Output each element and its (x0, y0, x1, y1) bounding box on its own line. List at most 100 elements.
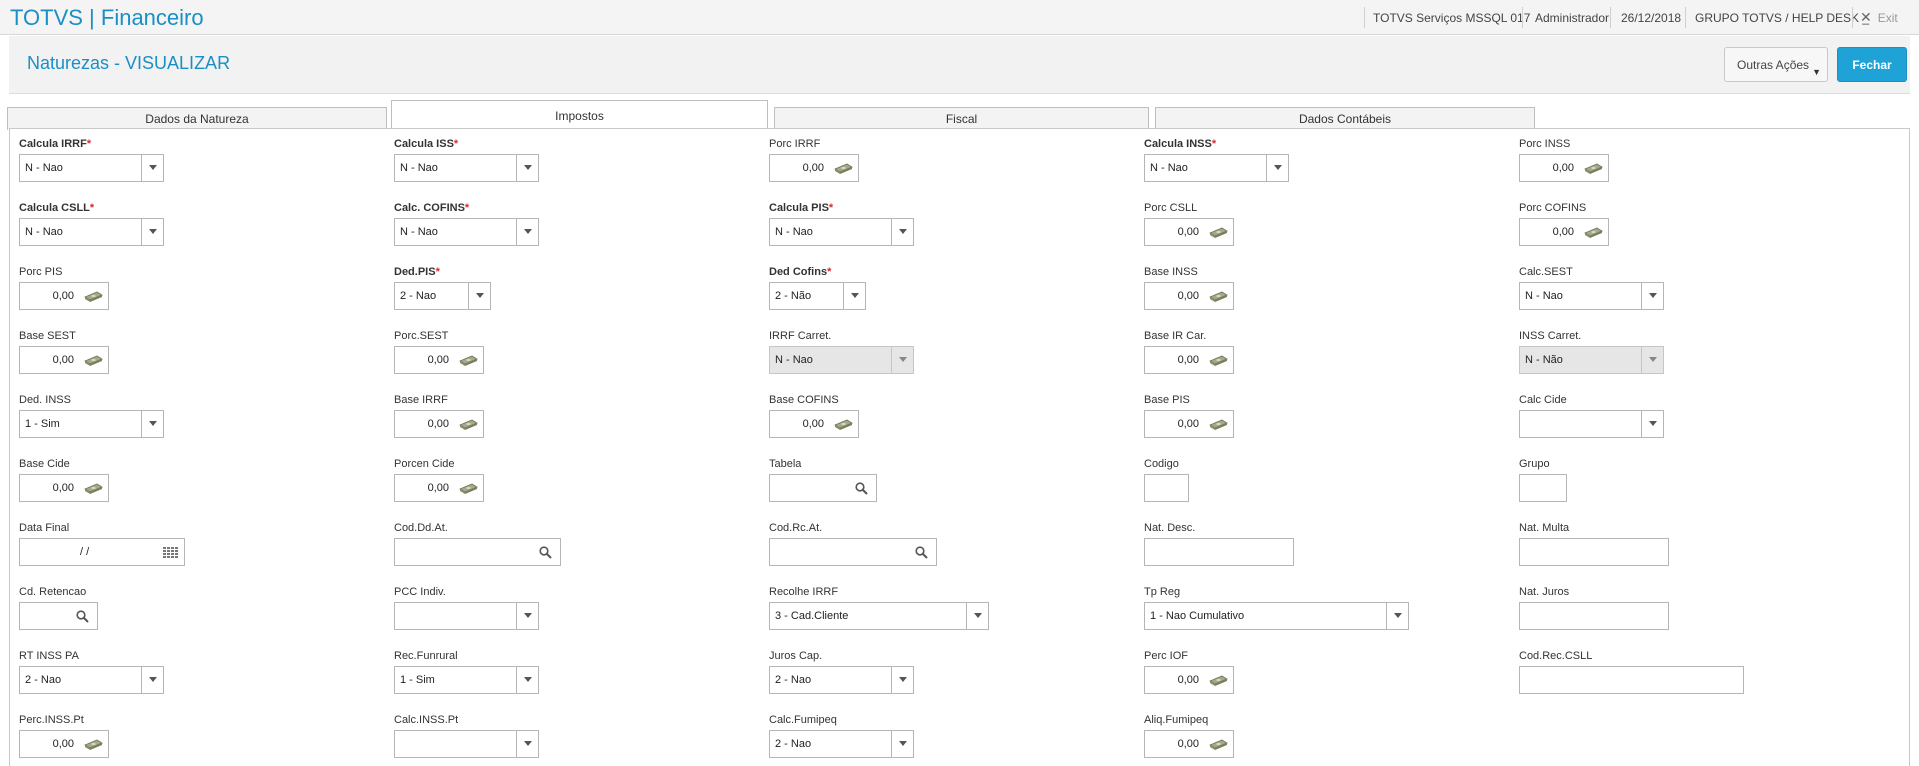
chevron-down-icon[interactable] (891, 731, 913, 757)
chevron-down-icon[interactable] (516, 667, 538, 693)
chevron-down-icon[interactable] (891, 219, 913, 245)
ded-cofins-select[interactable]: 2 - Não (769, 282, 866, 310)
base-sest-input[interactable]: 0,00 (19, 346, 109, 374)
calc-sest-select[interactable]: N - Nao (1519, 282, 1664, 310)
juros-cap-select[interactable]: 2 - Nao (769, 666, 914, 694)
base-ir-car-input[interactable]: 0,00 (1144, 346, 1234, 374)
chevron-down-icon[interactable] (516, 603, 538, 629)
chevron-down-icon[interactable] (516, 155, 538, 181)
calc-cofins-select[interactable]: N - Nao (394, 218, 539, 246)
chevron-down-icon[interactable] (1266, 155, 1288, 181)
cod-rec-csll-input[interactable] (1519, 666, 1744, 694)
money-icon[interactable] (1208, 355, 1228, 366)
chevron-down-icon[interactable] (1641, 283, 1663, 309)
ded-inss-label: Ded. INSS (19, 394, 71, 406)
tp-reg-select[interactable]: 1 - Nao Cumulativo (1144, 602, 1409, 630)
tab-impostos[interactable]: Impostos (391, 100, 768, 130)
money-icon[interactable] (1208, 419, 1228, 430)
search-icon[interactable] (539, 546, 552, 559)
money-icon[interactable] (83, 483, 103, 494)
outras-acoes-button[interactable]: Outras Ações ▼ (1724, 47, 1828, 82)
chevron-down-icon[interactable] (468, 283, 490, 309)
chevron-down-icon[interactable] (516, 731, 538, 757)
money-icon[interactable] (1583, 163, 1603, 174)
base-cofins-input[interactable]: 0,00 (769, 410, 859, 438)
perc-iof-input[interactable]: 0,00 (1144, 666, 1234, 694)
ded-inss-select[interactable]: 1 - Sim (19, 410, 164, 438)
search-icon[interactable] (915, 546, 928, 559)
calcula-iss-select[interactable]: N - Nao (394, 154, 539, 182)
money-icon[interactable] (83, 739, 103, 750)
porc-csll-input[interactable]: 0,00 (1144, 218, 1234, 246)
cod-dd-at-input[interactable] (394, 538, 561, 566)
base-inss-input[interactable]: 0,00 (1144, 282, 1234, 310)
cd-retencao-input[interactable] (19, 602, 98, 630)
search-icon[interactable] (76, 610, 89, 623)
nat-multa-input[interactable] (1519, 538, 1669, 566)
calc-inss-pt-select[interactable] (394, 730, 539, 758)
chevron-down-icon[interactable] (1641, 411, 1663, 437)
data-final-input[interactable]: / / (19, 538, 185, 566)
chevron-down-icon[interactable] (141, 155, 163, 181)
recolhe-irrf-select[interactable]: 3 - Cad.Cliente (769, 602, 989, 630)
chevron-down-icon[interactable] (141, 667, 163, 693)
base-ir-car-value: 0,00 (1177, 354, 1199, 366)
money-icon[interactable] (1583, 227, 1603, 238)
base-cide-input[interactable]: 0,00 (19, 474, 109, 502)
calcula-csll-select[interactable]: N - Nao (19, 218, 164, 246)
money-icon[interactable] (83, 355, 103, 366)
chevron-down-icon[interactable] (891, 667, 913, 693)
nat-juros-input[interactable] (1519, 602, 1669, 630)
porc-inss-input[interactable]: 0,00 (1519, 154, 1609, 182)
money-icon[interactable] (1208, 291, 1228, 302)
chevron-down-icon[interactable] (966, 603, 988, 629)
calc-fumipeq-select[interactable]: 2 - Nao (769, 730, 914, 758)
calcula-irrf-select[interactable]: N - Nao (19, 154, 164, 182)
money-icon[interactable] (458, 355, 478, 366)
money-icon[interactable] (458, 483, 478, 494)
chevron-down-icon[interactable] (141, 411, 163, 437)
money-icon[interactable] (1208, 675, 1228, 686)
calc-inss-pt-label: Calc.INSS.Pt (394, 714, 459, 726)
pcc-indiv-select[interactable] (394, 602, 539, 630)
calendar-icon[interactable] (163, 547, 178, 558)
porc-sest-label: Porc.SEST (394, 330, 449, 342)
rt-inss-pa-select[interactable]: 2 - Nao (19, 666, 164, 694)
tab-fiscal[interactable]: Fiscal (774, 107, 1149, 130)
nat-desc-input[interactable] (1144, 538, 1294, 566)
base-irrf-input[interactable]: 0,00 (394, 410, 484, 438)
calcula-pis-select[interactable]: N - Nao (769, 218, 914, 246)
porc-irrf-input[interactable]: 0,00 (769, 154, 859, 182)
porcen-cide-input[interactable]: 0,00 (394, 474, 484, 502)
chevron-down-icon[interactable] (516, 219, 538, 245)
tabela-input[interactable] (769, 474, 877, 502)
fechar-button[interactable]: Fechar (1837, 47, 1907, 82)
tab-dados-contabeis[interactable]: Dados Contábeis (1155, 107, 1535, 130)
money-icon[interactable] (458, 419, 478, 430)
money-icon[interactable] (83, 291, 103, 302)
perc-inss-pt-input[interactable]: 0,00 (19, 730, 109, 758)
cod-rc-at-input[interactable] (769, 538, 937, 566)
calc-cide-select[interactable] (1519, 410, 1664, 438)
grupo-input[interactable] (1519, 474, 1567, 502)
base-pis-input[interactable]: 0,00 (1144, 410, 1234, 438)
exit-button[interactable]: ✕ Exit (1860, 9, 1898, 26)
money-icon[interactable] (833, 163, 853, 174)
aliq-fumipeq-input[interactable]: 0,00 (1144, 730, 1234, 758)
chevron-down-icon[interactable] (141, 219, 163, 245)
porc-cofins-input[interactable]: 0,00 (1519, 218, 1609, 246)
chevron-down-icon[interactable] (843, 283, 865, 309)
base-cide-value: 0,00 (52, 482, 74, 494)
money-icon[interactable] (833, 419, 853, 430)
tab-dados-natureza[interactable]: Dados da Natureza (7, 107, 387, 130)
chevron-down-icon[interactable] (1386, 603, 1408, 629)
porc-sest-input[interactable]: 0,00 (394, 346, 484, 374)
ded-pis-select[interactable]: 2 - Nao (394, 282, 491, 310)
rec-funrural-select[interactable]: 1 - Sim (394, 666, 539, 694)
money-icon[interactable] (1208, 227, 1228, 238)
money-icon[interactable] (1208, 739, 1228, 750)
search-icon[interactable] (855, 482, 868, 495)
porc-pis-input[interactable]: 0,00 (19, 282, 109, 310)
calcula-inss-select[interactable]: N - Nao (1144, 154, 1289, 182)
codigo-input[interactable] (1144, 474, 1189, 502)
